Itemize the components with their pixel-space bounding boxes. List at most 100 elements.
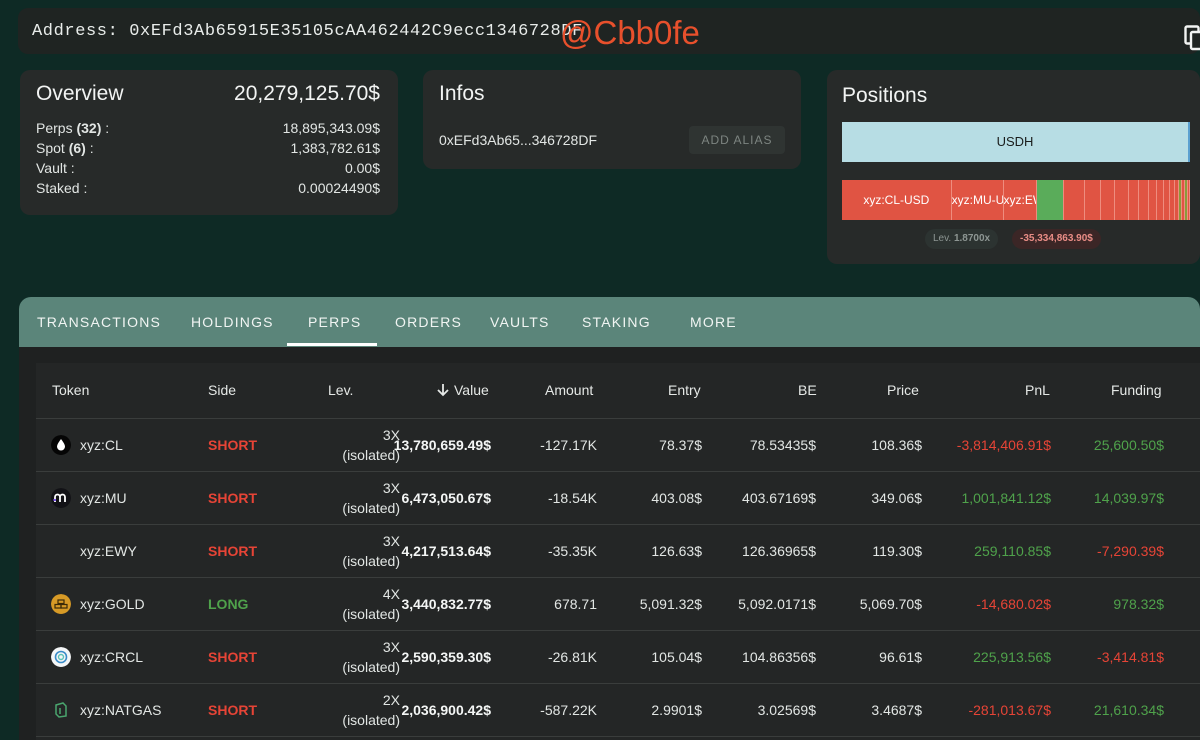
funding-cell: 21,610.34$ xyxy=(1093,702,1164,718)
leverage-cell: 4X (isolated) xyxy=(342,586,400,622)
token-name[interactable]: xyz:CL xyxy=(80,437,123,453)
funding-cell: -3,414.81$ xyxy=(1097,649,1164,665)
token-name[interactable]: xyz:MU xyxy=(80,490,127,506)
position-segment[interactable] xyxy=(1139,180,1150,220)
header-price[interactable]: Price xyxy=(887,382,919,398)
active-tab-indicator xyxy=(287,343,377,346)
amount-cell: -35.35K xyxy=(547,543,597,559)
overview-total: 20,279,125.70$ xyxy=(234,82,380,105)
micron-logo-icon xyxy=(51,488,71,508)
short-address: 0xEFd3Ab65...346728DF xyxy=(439,132,597,148)
table-row[interactable]: xyz:NATGAS SHORT 2X (isolated) 2,036,900.… xyxy=(36,684,1200,737)
pnl-cell: -281,013.67$ xyxy=(968,702,1051,718)
position-segment[interactable] xyxy=(1115,180,1130,220)
overview-row-vault: Vault : 0.00$ xyxy=(36,160,380,176)
gold-bars-icon xyxy=(51,594,71,614)
leverage-cell: 3X (isolated) xyxy=(342,480,400,516)
infos-card: Infos 0xEFd3Ab65...346728DF ADD ALIAS xyxy=(423,70,801,169)
token-name[interactable]: xyz:GOLD xyxy=(80,596,145,612)
watermark-handle: @Cbb0fe xyxy=(560,14,700,51)
value-cell: 4,217,513.64$ xyxy=(401,543,491,559)
position-segment[interactable] xyxy=(1188,180,1190,220)
circle-logo-icon xyxy=(51,647,71,667)
position-segment[interactable] xyxy=(1129,180,1140,220)
tab-transactions[interactable]: TRANSACTIONS xyxy=(37,314,161,330)
amount-cell: -127.17K xyxy=(540,437,597,453)
table-row[interactable]: xyz:CRCL SHORT 3X (isolated) 2,590,359.30… xyxy=(36,631,1200,684)
position-segment[interactable] xyxy=(1064,180,1086,220)
tab-orders[interactable]: ORDERS xyxy=(395,314,462,330)
leverage-cell: 2X (isolated) xyxy=(342,692,400,728)
address-label: Address: 0xEFd3Ab65915E35105cAA462442C9e… xyxy=(32,22,583,41)
add-alias-button[interactable]: ADD ALIAS xyxy=(689,126,785,154)
table-row[interactable]: xyz:CL SHORT 3X (isolated) 13,780,659.49$… xyxy=(36,419,1200,472)
positions-card: Positions USDH xyz:CL-USD xyz:MU-USD xyz… xyxy=(827,70,1200,264)
leverage-cell: 3X (isolated) xyxy=(342,533,400,569)
price-cell: 349.06$ xyxy=(871,490,922,506)
amount-cell: -18.54K xyxy=(547,490,597,506)
header-token[interactable]: Token xyxy=(52,382,89,398)
overview-row-staked: Staked : 0.00024490$ xyxy=(36,180,380,196)
funding-cell: 25,600.50$ xyxy=(1093,437,1164,453)
side-badge: LONG xyxy=(208,596,249,612)
tab-more[interactable]: MORE xyxy=(690,314,737,330)
amount-cell: -26.81K xyxy=(547,649,597,665)
entry-cell: 403.08$ xyxy=(651,490,702,506)
position-segment[interactable] xyxy=(1157,180,1165,220)
tab-vaults[interactable]: VAULTS xyxy=(490,314,550,330)
position-segment[interactable] xyxy=(1149,180,1158,220)
leverage-cell: 3X (isolated) xyxy=(342,639,400,675)
header-side[interactable]: Side xyxy=(208,382,236,398)
positions-strip: xyz:CL-USD xyz:MU-USD xyz:EWY-USD xyxy=(842,180,1190,220)
funding-cell: -7,290.39$ xyxy=(1097,543,1164,559)
header-lev[interactable]: Lev. xyxy=(328,382,353,398)
pnl-pill: -35,334,863.90$ xyxy=(1012,229,1101,249)
tab-perps[interactable]: PERPS xyxy=(308,314,361,330)
overview-row-spot: Spot (6) : 1,383,782.61$ xyxy=(36,140,380,156)
table-row[interactable]: xyz:GOLD LONG 4X (isolated) 3,440,832.77$… xyxy=(36,578,1200,631)
side-badge: SHORT xyxy=(208,649,257,665)
leverage-cell: 3X (isolated) xyxy=(342,427,400,463)
position-segment-mu[interactable]: xyz:MU-USD xyxy=(951,180,1004,220)
position-segment-ewy[interactable]: xyz:EWY-USD xyxy=(1003,180,1038,220)
header-be[interactable]: BE xyxy=(798,382,817,398)
header-entry[interactable]: Entry xyxy=(668,382,701,398)
oil-drop-icon xyxy=(51,435,71,455)
header-amount[interactable]: Amount xyxy=(545,382,593,398)
table-header: Token Side Lev. Value Amount Entry BE Pr… xyxy=(36,363,1200,419)
position-segment[interactable] xyxy=(1101,180,1116,220)
header-funding[interactable]: Funding xyxy=(1111,382,1162,398)
pnl-cell: 259,110.85$ xyxy=(974,543,1051,559)
token-name[interactable]: xyz:CRCL xyxy=(80,649,143,665)
table-row[interactable]: xyz:MU SHORT 3X (isolated) 6,473,050.67$ … xyxy=(36,472,1200,525)
be-cell: 104.86356$ xyxy=(742,649,816,665)
pnl-cell: 1,001,841.12$ xyxy=(961,490,1051,506)
price-cell: 3.4687$ xyxy=(871,702,922,718)
header-value[interactable]: Value xyxy=(436,382,489,398)
position-segment-cl[interactable]: xyz:CL-USD xyxy=(842,180,952,220)
overview-row-perps: Perps (32) : 18,895,343.09$ xyxy=(36,120,380,136)
value-cell: 2,590,359.30$ xyxy=(401,649,491,665)
position-segment[interactable] xyxy=(1037,180,1065,220)
be-cell: 403.67169$ xyxy=(742,490,816,506)
entry-cell: 5,091.32$ xyxy=(639,596,702,612)
usdh-allocation-bar[interactable]: USDH xyxy=(842,122,1190,162)
price-cell: 119.30$ xyxy=(872,543,922,559)
value-cell: 13,780,659.49$ xyxy=(393,437,491,453)
perps-table: Token Side Lev. Value Amount Entry BE Pr… xyxy=(36,363,1200,740)
funding-cell: 14,039.97$ xyxy=(1093,490,1164,506)
token-name[interactable]: xyz:EWY xyxy=(80,543,137,559)
copy-icon[interactable] xyxy=(1184,25,1200,51)
leverage-pill: Lev. 1.8700x xyxy=(925,229,999,249)
entry-cell: 2.9901$ xyxy=(651,702,702,718)
table-row[interactable]: xyz:EWY SHORT 3X (isolated) 4,217,513.64$… xyxy=(36,525,1200,578)
tab-staking[interactable]: STAKING xyxy=(582,314,651,330)
token-name[interactable]: xyz:NATGAS xyxy=(80,702,161,718)
side-badge: SHORT xyxy=(208,543,257,559)
value-cell: 3,440,832.77$ xyxy=(401,596,491,612)
value-cell: 2,036,900.42$ xyxy=(401,702,491,718)
tab-holdings[interactable]: HOLDINGS xyxy=(191,314,274,330)
position-segment[interactable] xyxy=(1085,180,1102,220)
value-cell: 6,473,050.67$ xyxy=(401,490,491,506)
header-pnl[interactable]: PnL xyxy=(1025,382,1050,398)
